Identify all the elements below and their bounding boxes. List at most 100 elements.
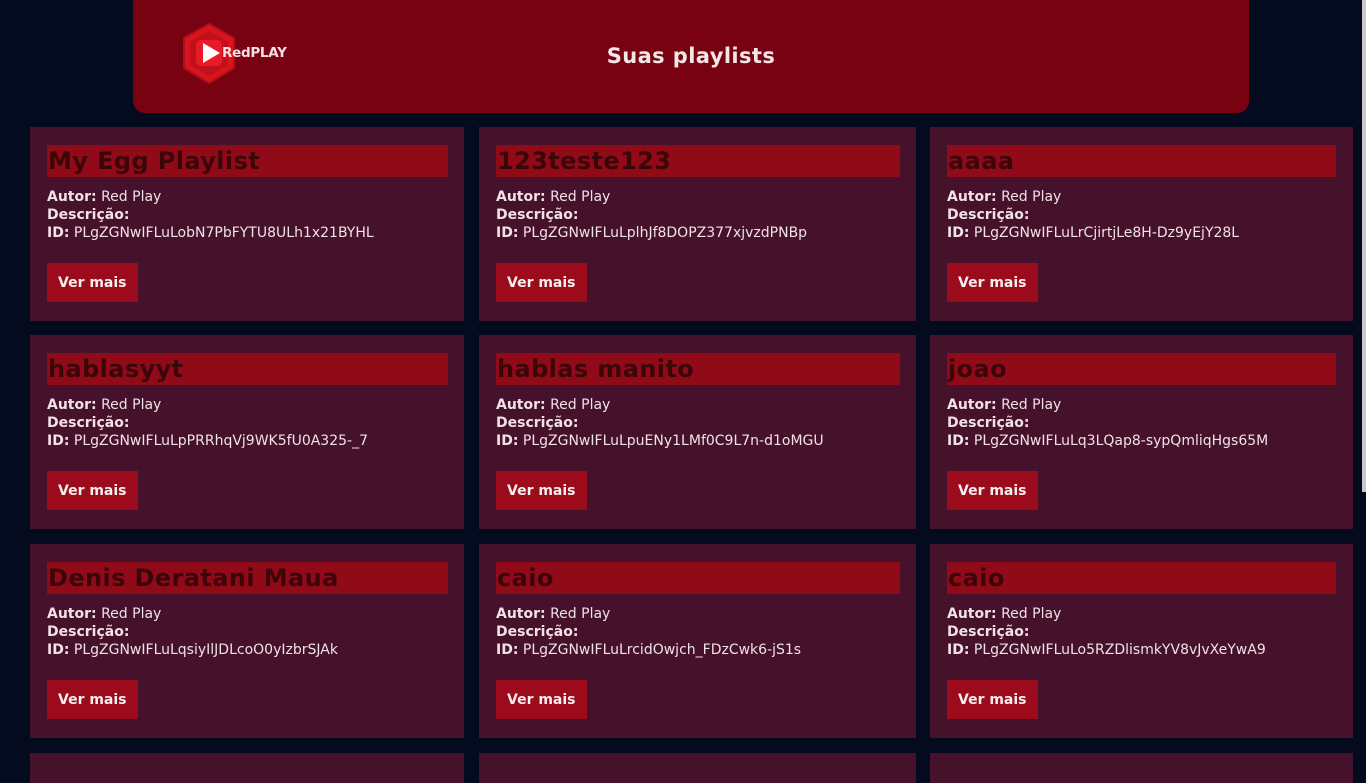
playlist-card: hablasyyt Autor: Red Play Descrição: ID: P… — [30, 335, 464, 529]
playlist-author-label: Autor: — [947, 189, 997, 205]
playlist-author-label: Autor: — [947, 606, 997, 622]
playlist-card: 123teste123 Autor: Red Play Descrição: ID:… — [479, 127, 916, 321]
playlist-description: Descrição: — [496, 206, 578, 224]
playlist-title: Denis Deratani Maua — [47, 562, 448, 594]
playlist-id: ID: PLgZGNwIFLuLpuENy1LMf0C9L7n-d1oMGU — [496, 432, 824, 450]
playlist-author-value: Red Play — [101, 397, 162, 413]
playlist-author-value: Red Play — [1001, 189, 1062, 205]
playlist-card-partial — [30, 753, 464, 783]
playlist-id-value: PLgZGNwIFLuLrCjirtjLe8H-Dz9yEjY28L — [973, 225, 1240, 241]
playlist-id-value: PLgZGNwIFLuLpuENy1LMf0C9L7n-d1oMGU — [522, 433, 824, 449]
playlist-id-value: PLgZGNwIFLuLqsiyIlJDLcoO0yIzbrSJAk — [73, 642, 338, 658]
playlist-description: Descrição: — [496, 623, 578, 641]
playlist-id: ID: PLgZGNwIFLuLo5RZDlismkYV8vJvXeYwA9 — [947, 641, 1266, 659]
playlist-id-value: PLgZGNwIFLuLq3LQap8-sypQmliqHgs65M — [973, 433, 1269, 449]
playlist-id-label: ID: — [47, 642, 70, 658]
playlist-author-label: Autor: — [47, 397, 97, 413]
playlist-id-value: PLgZGNwIFLuLrcidOwjch_FDzCwk6-jS1s — [522, 642, 802, 658]
playlist-id: ID: PLgZGNwIFLuLpPRRhqVj9WK5fU0A325-_7 — [47, 432, 368, 450]
playlist-description: Descrição: — [947, 414, 1029, 432]
playlist-description-label: Descrição: — [947, 207, 1030, 223]
playlist-card: Denis Deratani Maua Autor: Red Play Descri… — [30, 544, 464, 738]
playlist-id-label: ID: — [496, 225, 519, 241]
playlist-description: Descrição: — [47, 623, 129, 641]
playlist-title: hablasyyt — [47, 353, 448, 385]
playlist-description-label: Descrição: — [47, 415, 130, 431]
playlist-description-label: Descrição: — [496, 624, 579, 640]
playlist-card: joao Autor: Red Play Descrição: ID: PLgZGN… — [930, 335, 1353, 529]
playlist-card-partial — [479, 753, 916, 783]
ver-mais-button[interactable]: Ver mais — [47, 680, 138, 719]
playlist-title: joao — [947, 353, 1336, 385]
playlist-id-label: ID: — [947, 433, 970, 449]
playlist-card-partial — [930, 753, 1353, 783]
playlist-title: 123teste123 — [496, 145, 900, 177]
playlist-author-label: Autor: — [47, 189, 97, 205]
ver-mais-button[interactable]: Ver mais — [496, 471, 587, 510]
playlist-id-label: ID: — [496, 433, 519, 449]
playlist-description-label: Descrição: — [496, 207, 579, 223]
ver-mais-button[interactable]: Ver mais — [947, 471, 1038, 510]
playlist-description: Descrição: — [47, 414, 129, 432]
playlist-author-value: Red Play — [1001, 397, 1062, 413]
playlist-description-label: Descrição: — [47, 624, 130, 640]
playlist-description: Descrição: — [947, 623, 1029, 641]
playlist-id-label: ID: — [47, 225, 70, 241]
playlist-author-label: Autor: — [496, 189, 546, 205]
playlist-author: Autor: Red Play — [496, 605, 610, 623]
playlist-id: ID: PLgZGNwIFLuLqsiyIlJDLcoO0yIzbrSJAk — [47, 641, 338, 659]
playlist-description: Descrição: — [496, 414, 578, 432]
playlist-id-label: ID: — [496, 642, 519, 658]
playlist-card: aaaa Autor: Red Play Descrição: ID: PLgZGN… — [930, 127, 1353, 321]
playlist-id: ID: PLgZGNwIFLuLobN7PbFYTU8ULh1x21BYHL — [47, 224, 374, 242]
ver-mais-button[interactable]: Ver mais — [947, 680, 1038, 719]
playlist-author-value: Red Play — [101, 189, 162, 205]
playlist-id-value: PLgZGNwIFLuLpPRRhqVj9WK5fU0A325-_7 — [73, 433, 368, 449]
playlist-author-value: Red Play — [550, 189, 611, 205]
ver-mais-button[interactable]: Ver mais — [47, 263, 138, 302]
playlist-author-value: Red Play — [550, 397, 611, 413]
playlist-author-label: Autor: — [47, 606, 97, 622]
ver-mais-button[interactable]: Ver mais — [947, 263, 1038, 302]
page-title: Suas playlists — [606, 44, 776, 68]
playlist-title: caio — [947, 562, 1336, 594]
page-header: RedPLAY Suas playlists — [133, 0, 1249, 113]
playlist-id: ID: PLgZGNwIFLuLrCjirtjLe8H-Dz9yEjY28L — [947, 224, 1239, 242]
ver-mais-button[interactable]: Ver mais — [496, 263, 587, 302]
playlist-author-value: Red Play — [550, 606, 611, 622]
playlist-title: caio — [496, 562, 900, 594]
playlist-title: My Egg Playlist — [47, 145, 448, 177]
playlist-card: hablas manito Autor: Red Play Descrição: I… — [479, 335, 916, 529]
playlist-author: Autor: Red Play — [947, 396, 1061, 414]
ver-mais-button[interactable]: Ver mais — [47, 471, 138, 510]
playlist-author-label: Autor: — [947, 397, 997, 413]
playlist-id-label: ID: — [947, 225, 970, 241]
scrollbar[interactable] — [1362, 0, 1366, 492]
playlist-description-label: Descrição: — [947, 415, 1030, 431]
playlist-description: Descrição: — [47, 206, 129, 224]
playlist-id-label: ID: — [947, 642, 970, 658]
ver-mais-button[interactable]: Ver mais — [496, 680, 587, 719]
playlist-author: Autor: Red Play — [947, 188, 1061, 206]
playlist-author: Autor: Red Play — [496, 396, 610, 414]
playlist-card: caio Autor: Red Play Descrição: ID: PLgZGN… — [479, 544, 916, 738]
playlist-author-label: Autor: — [496, 397, 546, 413]
playlist-description-label: Descrição: — [947, 624, 1030, 640]
playlist-id-value: PLgZGNwIFLuLo5RZDlismkYV8vJvXeYwA9 — [973, 642, 1266, 658]
playlist-id-value: PLgZGNwIFLuLobN7PbFYTU8ULh1x21BYHL — [73, 225, 374, 241]
playlist-id: ID: PLgZGNwIFLuLrcidOwjch_FDzCwk6-jS1s — [496, 641, 801, 659]
playlist-id: ID: PLgZGNwIFLuLplhJf8DOPZ377xjvzdPNBp — [496, 224, 807, 242]
playlist-author: Autor: Red Play — [496, 188, 610, 206]
playlist-title: hablas manito — [496, 353, 900, 385]
playlist-id: ID: PLgZGNwIFLuLq3LQap8-sypQmliqHgs65M — [947, 432, 1268, 450]
playlist-id-label: ID: — [47, 433, 70, 449]
playlist-author: Autor: Red Play — [47, 188, 161, 206]
playlist-card: My Egg Playlist Autor: Red Play Descrição:… — [30, 127, 464, 321]
playlist-author: Autor: Red Play — [47, 396, 161, 414]
playlist-author-label: Autor: — [496, 606, 546, 622]
playlist-id-value: PLgZGNwIFLuLplhJf8DOPZ377xjvzdPNBp — [522, 225, 808, 241]
playlist-author-value: Red Play — [101, 606, 162, 622]
playlist-description-label: Descrição: — [47, 207, 130, 223]
playlist-description-label: Descrição: — [496, 415, 579, 431]
playlist-title: aaaa — [947, 145, 1336, 177]
